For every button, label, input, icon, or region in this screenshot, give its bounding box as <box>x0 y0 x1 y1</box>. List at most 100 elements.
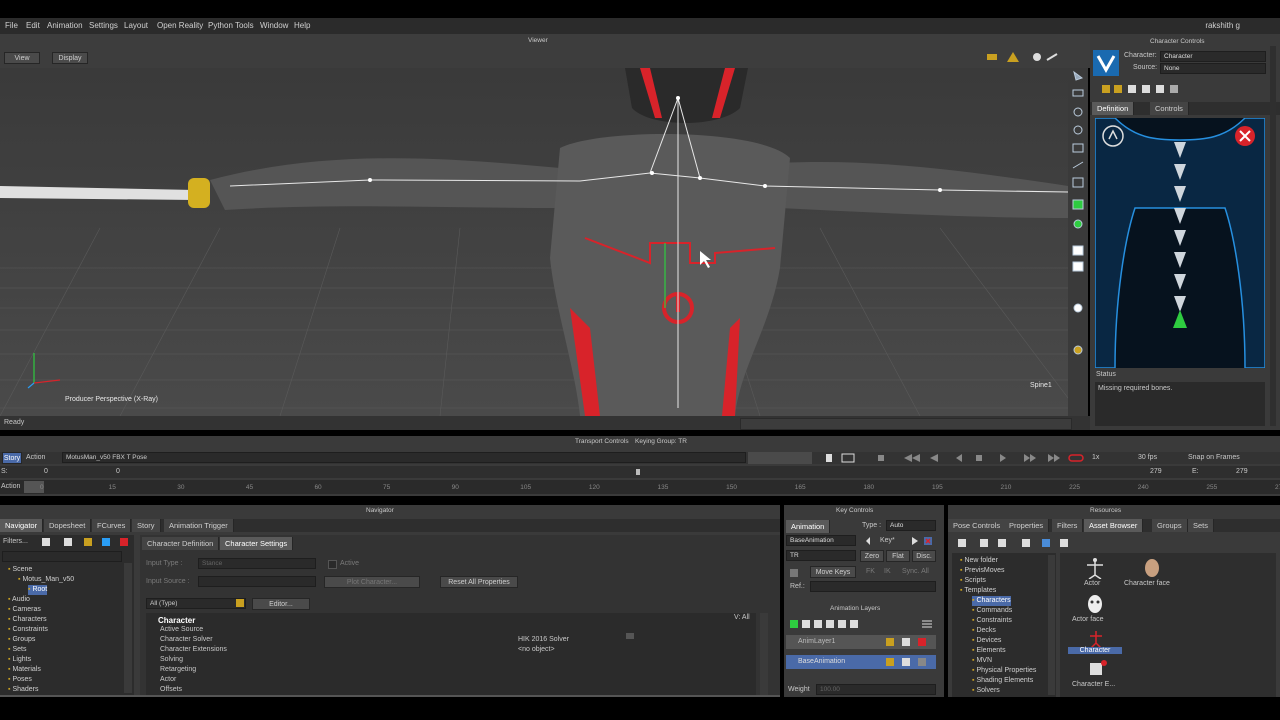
layer-lock-icon-2[interactable] <box>886 658 894 666</box>
layer-select[interactable]: BaseAnimation <box>786 535 856 546</box>
asset-folder-item[interactable]: ▪ Commands <box>972 606 1012 616</box>
zero-button[interactable]: Zero <box>860 550 884 562</box>
current-frame-value[interactable]: 0 <box>116 468 120 475</box>
fps-select[interactable]: 30 fps <box>1138 454 1157 461</box>
tab-character-definition[interactable]: Character Definition <box>142 537 220 550</box>
scene-tree-item[interactable]: ▪ Sets <box>8 645 26 655</box>
input-type-select[interactable]: Stance <box>198 558 316 569</box>
fk-label[interactable]: FK <box>866 568 875 575</box>
sync-all-label[interactable]: Sync. All <box>902 568 929 575</box>
user-name[interactable]: rakshith g <box>1205 21 1240 30</box>
property-value[interactable]: <no object> <box>518 646 555 653</box>
ik-label[interactable]: IK <box>884 568 891 575</box>
filters-label[interactable]: Filters... <box>3 538 28 545</box>
property-row[interactable]: Retargeting <box>146 665 746 675</box>
end-value[interactable]: 279 <box>1236 468 1248 475</box>
tab-definition[interactable]: Definition <box>1092 102 1135 115</box>
asset-folder-item[interactable]: ▪ Devices <box>972 636 1001 646</box>
key-button[interactable]: Key* <box>880 537 895 544</box>
property-scrollbar[interactable] <box>760 613 768 697</box>
asset-actor[interactable]: Actor <box>1072 557 1118 591</box>
property-row[interactable]: Offsets <box>146 685 746 695</box>
scene-tree-item[interactable]: ▪ Characters <box>8 615 47 625</box>
scene-tree-item[interactable]: ▪ Materials <box>8 665 41 675</box>
scene-tree-item[interactable]: ▪ Scene <box>8 565 32 575</box>
asset-character[interactable]: Character <box>1068 629 1124 659</box>
tab-properties[interactable]: Properties <box>1004 519 1050 532</box>
tree-toolbar-icons[interactable] <box>40 537 132 547</box>
tab-dopesheet[interactable]: Dopesheet <box>44 519 92 532</box>
start-value[interactable]: 0 <box>44 468 48 475</box>
layer-mute-icon-2[interactable] <box>918 658 926 666</box>
disc-button[interactable]: Disc. <box>912 550 936 562</box>
layer-mute-icon-1[interactable] <box>918 638 926 646</box>
tab-fcurves[interactable]: FCurves <box>92 519 132 532</box>
property-row[interactable]: Character Solver HIK 2016 Solver <box>146 635 746 645</box>
input-source-select[interactable] <box>198 576 316 587</box>
layer-solo-icon-1[interactable] <box>902 638 910 646</box>
asset-tree-scrollbar[interactable] <box>1048 555 1055 695</box>
char-toolbar-icons[interactable] <box>1102 84 1192 94</box>
menu-file[interactable]: File <box>5 21 18 30</box>
action-mode-label[interactable]: Action <box>26 454 45 461</box>
menu-settings[interactable]: Settings <box>89 21 118 30</box>
asset-folder-item[interactable]: ▪ MVN <box>972 656 992 666</box>
scene-tree-item[interactable]: ▪ Lights <box>8 655 31 665</box>
range-slider-handle[interactable] <box>636 469 640 475</box>
asset-folder-item[interactable]: ▪ New folder <box>960 556 998 566</box>
asset-folder-item[interactable]: ▪ Elements <box>972 646 1006 656</box>
menu-help[interactable]: Help <box>294 21 310 30</box>
character-select[interactable]: Character <box>1160 51 1266 62</box>
tab-story[interactable]: Story <box>132 519 161 532</box>
tab-character-settings[interactable]: Character Settings <box>220 537 294 550</box>
scene-tree-item[interactable]: ▪ Root <box>28 585 48 595</box>
menu-window[interactable]: Window <box>260 21 288 30</box>
scene-tree-item[interactable]: ▪ Motus_Man_v50 <box>18 575 74 585</box>
navigator-hscroll[interactable] <box>0 695 780 697</box>
active-source-toggle[interactable] <box>626 633 634 639</box>
property-row[interactable]: Active Source <box>146 625 746 635</box>
layer-row-1[interactable]: AnimLayer1 <box>786 635 936 649</box>
story-mode-button[interactable]: Story <box>2 452 22 464</box>
layer-row-2[interactable]: BaseAnimation <box>786 655 936 669</box>
scene-tree-item[interactable]: ▪ Cameras <box>8 605 41 615</box>
move-keys-button[interactable]: Move Keys <box>810 566 856 578</box>
scene-tree-item[interactable]: ▪ Poses <box>8 675 32 685</box>
tab-animation-trigger[interactable]: Animation Trigger <box>164 519 234 532</box>
view-button[interactable]: View <box>4 52 40 64</box>
property-row[interactable]: Solving <box>146 655 746 665</box>
asset-folder-item[interactable]: ▪ Physical Properties <box>972 666 1036 676</box>
source-select[interactable]: None <box>1160 63 1266 74</box>
flat-button[interactable]: Flat <box>886 550 910 562</box>
display-button[interactable]: Display <box>52 52 88 64</box>
tree-search-input[interactable] <box>2 551 122 562</box>
asset-folder-item[interactable]: ▪ PrevisMoves <box>960 566 1005 576</box>
asset-folder-item[interactable]: ▪ Decks <box>972 626 996 636</box>
tab-sets[interactable]: Sets <box>1188 519 1215 532</box>
character-definition-view[interactable] <box>1095 118 1265 368</box>
lock-icon[interactable] <box>236 599 244 607</box>
viewer-icons[interactable] <box>985 50 1065 64</box>
plot-character-button[interactable]: Plot Character... <box>324 576 420 588</box>
active-checkbox[interactable] <box>328 560 337 569</box>
editor-button[interactable]: Editor... <box>252 598 310 610</box>
property-row[interactable]: Character <box>146 615 746 625</box>
char-panel-scrollbar[interactable] <box>1270 46 1276 426</box>
snap-select[interactable]: Snap on Frames <box>1188 454 1240 461</box>
loop-icon[interactable] <box>1068 453 1084 463</box>
tab-asset-browser[interactable]: Asset Browser <box>1084 519 1144 532</box>
asset-folder-item[interactable]: ▪ Shading Elements <box>972 676 1033 686</box>
menu-layout[interactable]: Layout <box>124 21 148 30</box>
property-row[interactable]: Actor <box>146 675 746 685</box>
tab-animation[interactable]: Animation <box>786 520 831 533</box>
menu-edit[interactable]: Edit <box>26 21 40 30</box>
layer-lock-icon-1[interactable] <box>886 638 894 646</box>
take-select[interactable]: MotusMan_v50 FBX T Pose <box>62 452 746 463</box>
end-value-primary[interactable]: 279 <box>1150 468 1162 475</box>
asset-character-face[interactable]: Character face <box>1122 557 1182 591</box>
tab-groups[interactable]: Groups <box>1152 519 1188 532</box>
scene-tree-item[interactable]: ▪ Audio <box>8 595 30 605</box>
tab-pose-controls[interactable]: Pose Controls <box>948 519 1007 532</box>
layer-solo-icon-2[interactable] <box>902 658 910 666</box>
asset-folder-item[interactable]: ▪ Templates <box>960 586 996 596</box>
